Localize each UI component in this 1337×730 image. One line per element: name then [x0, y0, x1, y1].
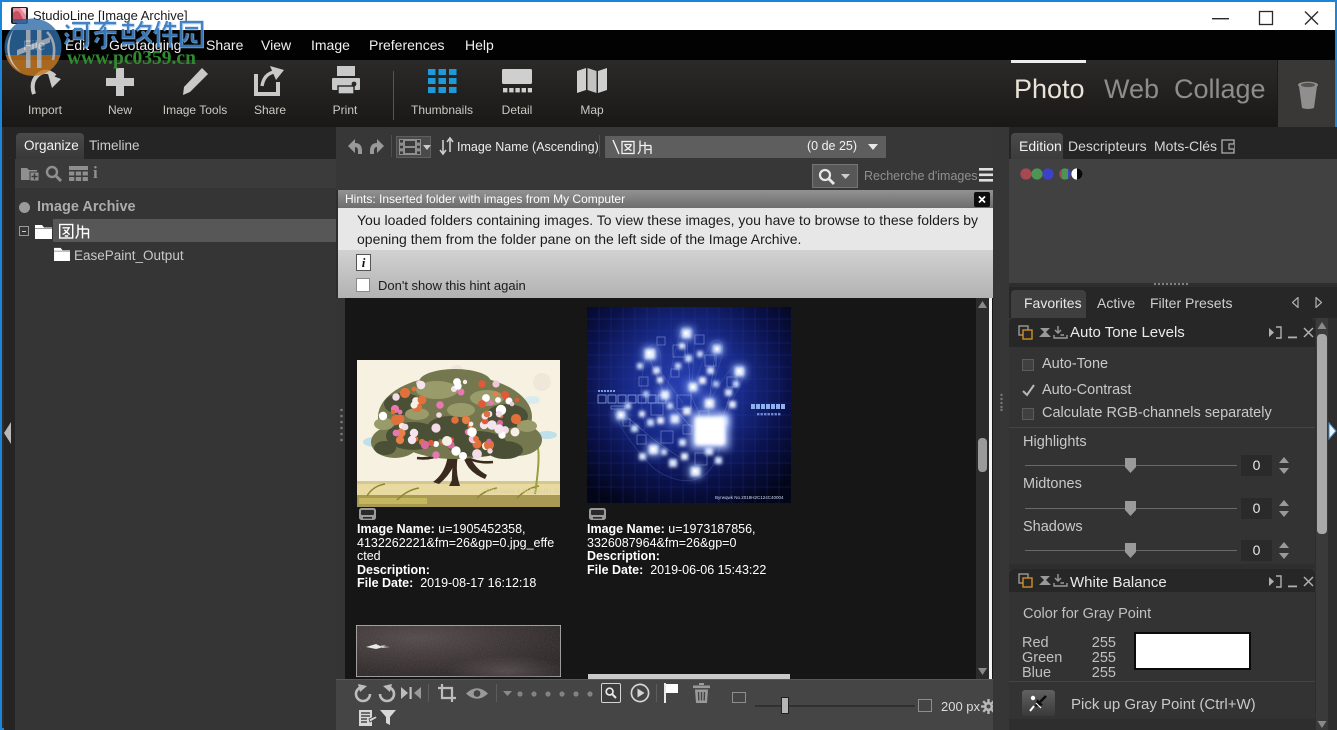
- svg-text:TOW.daala & NLDtac.t61.dL: TOW.daala & NLDtac.t61.dL: [485, 489, 560, 495]
- svg-text:Byrwqwk No.2019H2C124C40004: Byrwqwk No.2019H2C124C40004: [715, 495, 784, 500]
